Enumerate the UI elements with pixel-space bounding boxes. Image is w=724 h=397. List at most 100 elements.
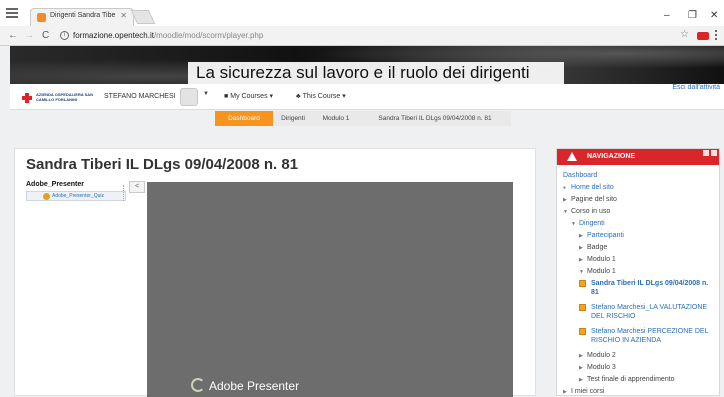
nav-item-dashboard[interactable]: Dashboard [563, 171, 597, 180]
bullet-icon: ● [563, 185, 567, 191]
maximize-icon[interactable]: ❐ [688, 10, 697, 21]
breadcrumb-dirigenti[interactable]: Dirigenti [273, 111, 313, 126]
url-path: /moodle/mod/scorm/player.php [153, 31, 264, 40]
my-courses-label: My Courses [230, 93, 268, 100]
avatar[interactable] [180, 88, 198, 106]
nav-item-label: Modulo 1 [587, 268, 616, 275]
hospital-logo-icon[interactable] [22, 93, 32, 103]
nav-item-my-courses[interactable]: ▶ I miei corsi [563, 387, 605, 395]
nav-item-participants[interactable]: ▶ Partecipanti [579, 231, 624, 241]
chevron-down-icon: ▾ [342, 93, 346, 100]
scorm-player[interactable]: Adobe Presenter [147, 182, 513, 397]
scorm-activity-icon [579, 304, 586, 311]
url-field[interactable]: formazione.opentech.it/moodle/mod/scorm/… [73, 31, 263, 40]
collapse-arrow-icon: ▼ [571, 221, 576, 227]
course-banner: La sicurezza sul lavoro e il ruolo dei d… [10, 46, 724, 84]
nav-item-label: Corso in uso [571, 208, 611, 215]
nav-item-label: Stefano Marchesi PERCEZIONE DEL RISCHIO … [591, 328, 709, 344]
bookmark-star-icon[interactable]: ☆ [680, 29, 689, 40]
main-content: Sandra Tiberi IL DLgs 09/04/2008 n. 81 A… [14, 148, 536, 397]
nav-item-label: Home del sito [571, 184, 614, 191]
info-icon[interactable]: i [60, 31, 69, 40]
nav-item-label: Partecipanti [587, 232, 624, 239]
nav-item-label: Stefano Marchesi_LA VALUTAZIONE DEL RISC… [591, 304, 708, 320]
reload-icon[interactable]: C [42, 30, 49, 41]
nav-item-label: Modulo 1 [587, 256, 616, 263]
user-name[interactable]: STEFANO MARCHESI [104, 93, 176, 100]
nav-item-label: Dashboard [563, 172, 598, 179]
toc-collapse-button[interactable]: < [129, 181, 145, 193]
breadcrumb-current-page: Sandra Tiberi IL DLgs 09/04/2008 n. 81 [359, 111, 511, 126]
nav-item-current-activity[interactable]: Sandra Tiberi IL DLgs 09/04/2008 n. 81 [591, 279, 711, 297]
this-course-menu[interactable]: ♣ This Course ▾ [296, 92, 346, 100]
nav-item-valutazione-rischio[interactable]: Stefano Marchesi_LA VALUTAZIONE DEL RISC… [591, 303, 711, 321]
scorm-toc-heading: Adobe_Presenter [26, 181, 84, 188]
nav-item-label: I miei corsi [571, 388, 605, 395]
collapse-arrow-icon: ▼ [579, 269, 584, 275]
navigation-header: NAVIGAZIONE [557, 149, 719, 165]
exit-activity-link[interactable]: Esci dall'attività [672, 84, 720, 91]
toc-scrollbar[interactable] [123, 185, 126, 201]
scorm-toc-item-label: Adobe_Presenter_Quiz [52, 193, 104, 199]
expand-arrow-icon: ▶ [579, 377, 583, 383]
moodle-favicon-icon [37, 13, 46, 22]
new-tab-button[interactable] [130, 10, 156, 24]
nav-item-badge[interactable]: ▶ Badge [579, 243, 607, 253]
breadcrumb-modulo-1[interactable]: Modulo 1 [313, 111, 359, 126]
sitemap-icon: ♣ [296, 93, 301, 100]
expand-arrow-icon: ▶ [563, 197, 567, 203]
banner-title-box: La sicurezza sul lavoro e il ruolo dei d… [188, 62, 564, 84]
expand-arrow-icon: ▶ [579, 365, 583, 371]
expand-arrow-icon: ▶ [579, 245, 583, 251]
browser-menu-icon[interactable] [715, 30, 718, 42]
user-menu-caret-icon[interactable]: ▼ [203, 91, 209, 97]
extension-icon[interactable] [697, 32, 709, 40]
nav-item-modulo-2[interactable]: ▶ Modulo 2 [579, 351, 616, 361]
scorm-toc-item[interactable]: Adobe_Presenter_Quiz [26, 191, 126, 201]
adobe-presenter-icon [191, 378, 205, 392]
block-actions-icon[interactable] [711, 150, 717, 156]
navigation-icon [567, 152, 577, 161]
nav-item-dirigenti[interactable]: ▼ Dirigenti [571, 219, 605, 229]
expand-arrow-icon: ▶ [563, 389, 567, 395]
banner-title: La sicurezza sul lavoro e il ruolo dei d… [196, 63, 530, 82]
browser-tabbar: Dirigenti Sandra Tibe ✕ – ❐ ✕ [0, 0, 724, 26]
chrome-menu-icon[interactable] [6, 8, 18, 18]
close-window-icon[interactable]: ✕ [710, 10, 718, 21]
tab-close-icon[interactable]: ✕ [120, 11, 127, 20]
nav-item-label: Badge [587, 244, 608, 251]
hospital-logo-text: AZIENDA OSPEDALIERA SAN CAMILLO FORLANIN… [36, 92, 94, 102]
forward-icon[interactable]: → [24, 30, 34, 41]
address-bar: ← → C i formazione.opentech.it/moodle/mo… [0, 26, 724, 46]
back-icon[interactable]: ← [8, 30, 18, 41]
nav-item-label: Modulo 3 [587, 364, 616, 371]
url-host: formazione.opentech.it [73, 31, 154, 40]
nav-item-label: Dirigenti [579, 220, 605, 227]
nav-item-current-course[interactable]: ▼ Corso in uso [563, 207, 610, 217]
page-title: Sandra Tiberi IL DLgs 09/04/2008 n. 81 [26, 156, 299, 173]
nav-item-home[interactable]: ● Home del sito [563, 183, 614, 193]
site-header: AZIENDA OSPEDALIERA SAN CAMILLO FORLANIN… [10, 84, 724, 110]
scorm-activity-icon [579, 328, 586, 335]
expand-arrow-icon: ▶ [579, 233, 583, 239]
nav-item-label: Pagine del sito [571, 196, 617, 203]
nav-item-modulo-1-a[interactable]: ▶ Modulo 1 [579, 255, 616, 265]
nav-item-site-pages[interactable]: ▶ Pagine del sito [563, 195, 617, 205]
breadcrumb-dashboard[interactable]: Dashboard [215, 111, 273, 126]
nav-item-modulo-3[interactable]: ▶ Modulo 3 [579, 363, 616, 373]
dock-block-icon[interactable] [703, 150, 709, 156]
browser-tab[interactable]: Dirigenti Sandra Tibe ✕ [30, 8, 134, 26]
nav-item-percezione-rischio[interactable]: Stefano Marchesi PERCEZIONE DEL RISCHIO … [591, 327, 711, 345]
nav-item-label: Sandra Tiberi IL DLgs 09/04/2008 n. 81 [591, 280, 709, 296]
my-courses-menu[interactable]: ■ My Courses ▾ [224, 92, 273, 100]
nav-item-label: Modulo 2 [587, 352, 616, 359]
chevron-down-icon: ▾ [269, 93, 274, 100]
navigation-block: NAVIGAZIONE Dashboard ● Home del sito ▶ Pa… [556, 148, 720, 396]
nav-item-final-test[interactable]: ▶ Test finale di apprendimento [579, 375, 675, 385]
scorm-activity-icon [579, 280, 586, 287]
tab-title: Dirigenti Sandra Tibe [50, 12, 116, 19]
nav-item-modulo-1-b[interactable]: ▼ Modulo 1 [579, 267, 616, 277]
minimize-icon[interactable]: – [664, 10, 670, 21]
expand-arrow-icon: ▶ [579, 353, 583, 359]
nav-item-label: Test finale di apprendimento [587, 376, 675, 383]
